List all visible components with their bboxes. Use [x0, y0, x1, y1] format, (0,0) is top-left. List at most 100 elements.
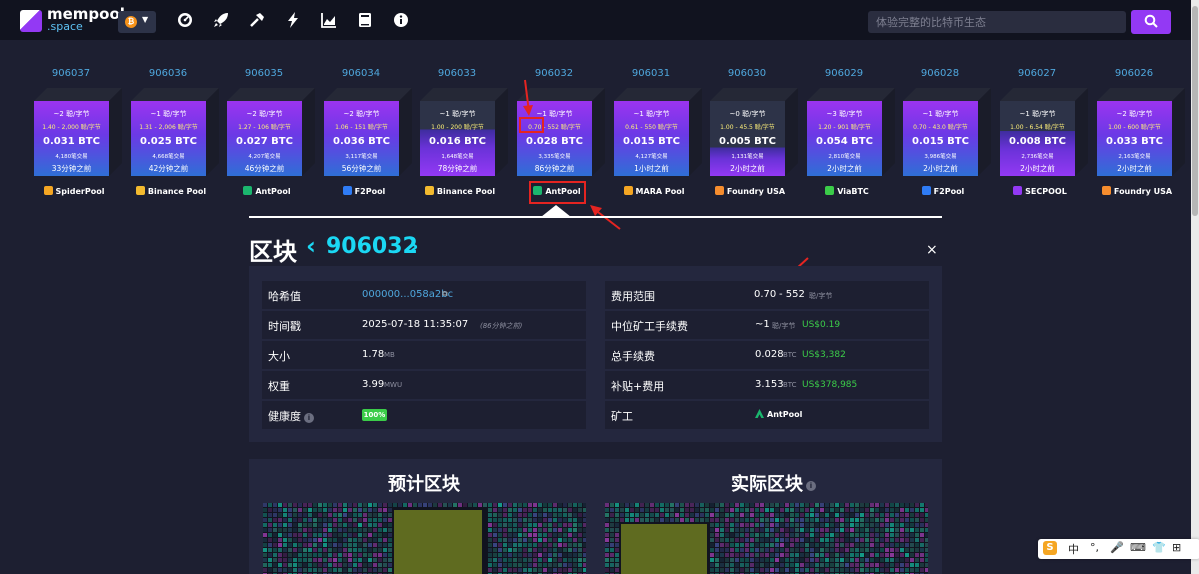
tx-tile[interactable]: [650, 508, 654, 512]
tx-tile[interactable]: [830, 548, 834, 552]
tx-tile[interactable]: [735, 553, 739, 557]
tx-tile[interactable]: [800, 508, 804, 512]
tx-tile[interactable]: [925, 543, 928, 547]
tx-tile[interactable]: [620, 503, 624, 507]
tx-tile[interactable]: [328, 563, 332, 567]
tx-tile[interactable]: [695, 508, 699, 512]
tx-tile[interactable]: [383, 558, 387, 562]
tx-tile[interactable]: [333, 513, 337, 517]
tx-tile[interactable]: [553, 518, 557, 522]
tx-tile[interactable]: [720, 563, 724, 567]
tx-tile[interactable]: [795, 523, 799, 527]
tx-tile[interactable]: [820, 553, 824, 557]
block-height-link[interactable]: 906033: [422, 68, 492, 79]
tx-tile[interactable]: [383, 503, 387, 507]
tx-tile[interactable]: [523, 563, 527, 567]
tx-tile[interactable]: [323, 513, 327, 517]
tx-tile[interactable]: [558, 548, 562, 552]
tx-tile[interactable]: [885, 508, 889, 512]
tx-tile[interactable]: [313, 568, 317, 572]
tx-tile[interactable]: [523, 508, 527, 512]
tx-tile[interactable]: [780, 528, 784, 532]
tx-tile[interactable]: [620, 508, 624, 512]
tx-tile[interactable]: [503, 513, 507, 517]
tx-tile[interactable]: [885, 538, 889, 542]
tx-tile[interactable]: [543, 548, 547, 552]
tx-tile[interactable]: [553, 513, 557, 517]
tx-tile[interactable]: [755, 543, 759, 547]
tx-tile[interactable]: [348, 503, 352, 507]
tx-tile[interactable]: [518, 548, 522, 552]
tx-tile[interactable]: [725, 538, 729, 542]
tx-tile[interactable]: [508, 533, 512, 537]
tx-tile[interactable]: [278, 568, 282, 572]
tx-tile[interactable]: [855, 518, 859, 522]
tx-tile[interactable]: [548, 538, 552, 542]
tx-tile[interactable]: [563, 568, 567, 572]
tx-tile[interactable]: [263, 543, 267, 547]
tx-tile[interactable]: [810, 513, 814, 517]
block-pool-link[interactable]: SpiderPool: [26, 186, 122, 200]
tx-tile[interactable]: [850, 533, 854, 537]
tx-tile[interactable]: [513, 533, 517, 537]
tx-tile[interactable]: [493, 528, 497, 532]
tx-tile[interactable]: [880, 503, 884, 507]
tx-tile[interactable]: [543, 563, 547, 567]
tx-tile[interactable]: [553, 568, 557, 572]
tx-tile[interactable]: [533, 548, 537, 552]
tx-tile[interactable]: [765, 528, 769, 532]
tx-tile[interactable]: [780, 518, 784, 522]
tx-tile[interactable]: [353, 503, 357, 507]
tx-tile[interactable]: [795, 528, 799, 532]
tx-tile[interactable]: [820, 558, 824, 562]
tx-tile[interactable]: [323, 558, 327, 562]
tx-tile[interactable]: [383, 553, 387, 557]
block-cube[interactable]: ~2 聪/字节 1.27 - 106 聪/字节 0.027 BTC 4,207笔交易 4…: [227, 88, 315, 176]
tx-tile[interactable]: [543, 558, 547, 562]
tx-tile[interactable]: [498, 523, 502, 527]
tx-tile[interactable]: [840, 518, 844, 522]
tx-tile[interactable]: [800, 568, 804, 572]
tx-tile[interactable]: [328, 528, 332, 532]
tx-tile[interactable]: [528, 508, 532, 512]
tx-tile[interactable]: [538, 523, 542, 527]
tx-tile[interactable]: [328, 553, 332, 557]
tx-tile[interactable]: [915, 563, 919, 567]
tx-tile[interactable]: [383, 533, 387, 537]
tx-tile[interactable]: [303, 558, 307, 562]
tx-tile[interactable]: [795, 513, 799, 517]
tx-tile[interactable]: [710, 548, 714, 552]
tx-tile[interactable]: [513, 553, 517, 557]
tx-tile[interactable]: [513, 513, 517, 517]
tx-tile[interactable]: [278, 518, 282, 522]
tx-tile[interactable]: [840, 528, 844, 532]
tx-tile[interactable]: [308, 518, 312, 522]
tx-tile[interactable]: [865, 538, 869, 542]
tx-tile[interactable]: [283, 528, 287, 532]
tx-tile[interactable]: [915, 523, 919, 527]
tx-tile[interactable]: [498, 543, 502, 547]
tx-tile[interactable]: [895, 568, 899, 572]
tx-tile[interactable]: [288, 513, 292, 517]
tx-tile[interactable]: [368, 558, 372, 562]
tx-tile[interactable]: [538, 528, 542, 532]
tx-tile[interactable]: [518, 503, 522, 507]
tx-tile[interactable]: [313, 523, 317, 527]
rocket-icon[interactable]: [213, 12, 229, 28]
tx-tile[interactable]: [308, 543, 312, 547]
tx-tile[interactable]: [508, 513, 512, 517]
tx-tile[interactable]: [665, 513, 669, 517]
tx-tile[interactable]: [785, 558, 789, 562]
tx-tile[interactable]: [850, 538, 854, 542]
tx-tile[interactable]: [610, 538, 614, 542]
tx-tile[interactable]: [538, 568, 542, 572]
tx-tile[interactable]: [493, 558, 497, 562]
tx-tile[interactable]: [298, 548, 302, 552]
tx-tile[interactable]: [770, 528, 774, 532]
tx-tile[interactable]: [830, 563, 834, 567]
tx-tile[interactable]: [630, 513, 634, 517]
tx-tile[interactable]: [538, 533, 542, 537]
tx-tile[interactable]: [578, 553, 582, 557]
tx-tile[interactable]: [573, 553, 577, 557]
tx-tile[interactable]: [635, 508, 639, 512]
